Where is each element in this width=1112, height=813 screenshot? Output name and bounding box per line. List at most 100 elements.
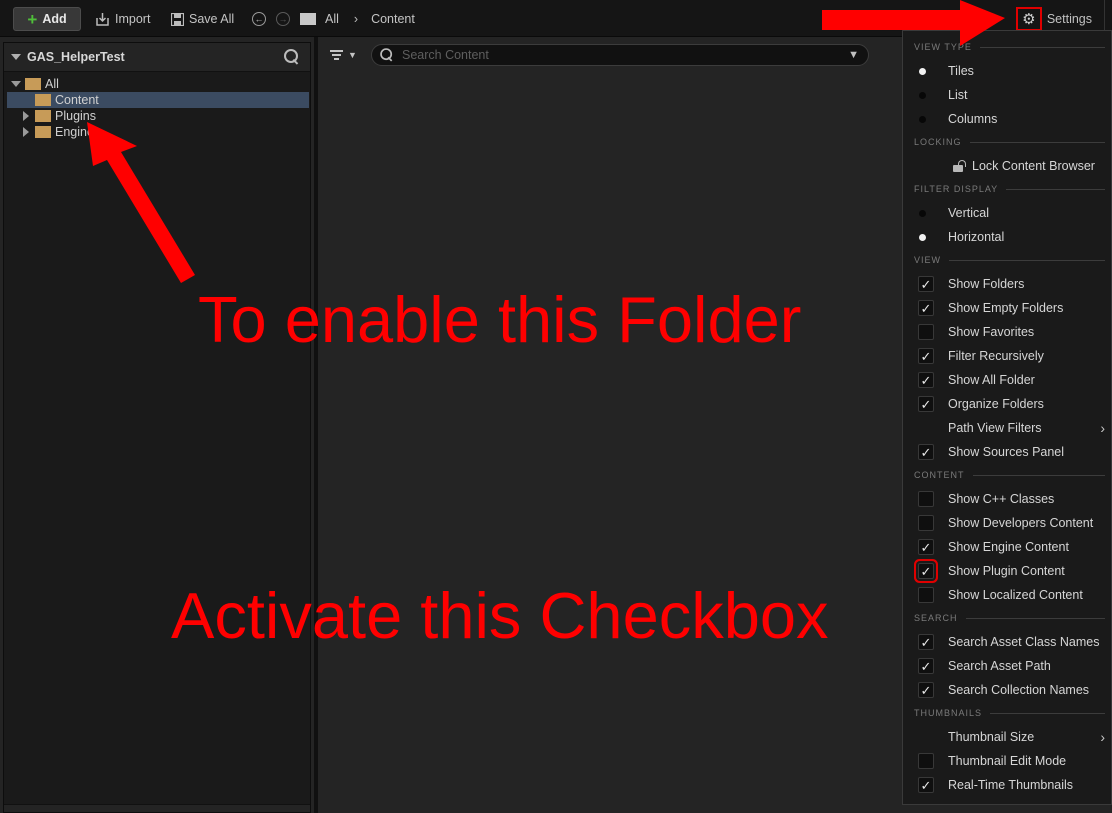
radio-selected-icon <box>919 67 926 75</box>
chevron-right-icon: › <box>1100 729 1105 745</box>
folder-open-icon <box>25 78 41 90</box>
checkbox-checked[interactable]: ✓ <box>918 276 934 292</box>
filter-icon <box>330 50 343 60</box>
menu-item-lock-content-browser[interactable]: Lock Content Browser <box>912 155 1111 177</box>
save-all-button[interactable]: Save All <box>171 9 234 29</box>
expand-arrow-icon[interactable] <box>23 111 29 121</box>
breadcrumb: All › Content <box>325 9 415 29</box>
expand-arrow-icon <box>11 81 21 87</box>
search-input[interactable] <box>402 48 842 62</box>
menu-item-real-time-thumbnails[interactable]: ✓ Real-Time Thumbnails <box>912 774 1111 796</box>
menu-item-show-cpp-classes[interactable]: Show C++ Classes <box>912 488 1111 510</box>
radio-selected-icon <box>919 233 926 241</box>
breadcrumb-item-content[interactable]: Content <box>371 12 415 26</box>
breadcrumb-separator-icon[interactable]: › <box>354 12 358 26</box>
menu-item-organize-folders[interactable]: ✓ Organize Folders <box>912 393 1111 415</box>
section-header-search: SEARCH <box>914 612 1105 624</box>
radio-icon <box>919 115 926 123</box>
menu-item-show-empty-folders[interactable]: ✓ Show Empty Folders <box>912 297 1111 319</box>
settings-label: Settings <box>1046 12 1092 26</box>
search-bar[interactable]: ▼ <box>371 44 869 66</box>
folder-open-icon <box>35 94 51 106</box>
tree-item-label: Content <box>55 93 99 107</box>
menu-item-columns[interactable]: Columns <box>912 108 1111 130</box>
history-back-button[interactable]: ← <box>252 9 266 29</box>
section-header-filter-display: FILTER DISPLAY <box>914 183 1105 195</box>
search-folders-button[interactable] <box>284 49 300 65</box>
search-icon <box>380 48 394 62</box>
breadcrumb-item-all[interactable]: All <box>325 12 339 26</box>
sources-panel-header[interactable]: GAS_HelperTest <box>4 43 310 72</box>
menu-item-show-folders[interactable]: ✓ Show Folders <box>912 273 1111 295</box>
menu-item-search-asset-class-names[interactable]: ✓ Search Asset Class Names <box>912 631 1111 653</box>
menu-item-search-asset-path[interactable]: ✓ Search Asset Path <box>912 655 1111 677</box>
checkbox-checked[interactable]: ✓ <box>918 777 934 793</box>
menu-item-show-plugin-content[interactable]: ✓ Show Plugin Content <box>912 560 1111 582</box>
import-button[interactable]: Import <box>95 9 150 29</box>
annotation-arrow-folder <box>87 122 195 283</box>
checkbox-unchecked[interactable] <box>918 324 934 340</box>
asset-view[interactable] <box>318 37 903 813</box>
checkbox-checked-highlighted[interactable]: ✓ <box>918 563 934 579</box>
checkbox-unchecked[interactable] <box>918 515 934 531</box>
collapse-icon <box>11 54 21 60</box>
checkbox-checked[interactable]: ✓ <box>918 682 934 698</box>
annotation-text-checkbox: Activate this Checkbox <box>171 579 829 652</box>
checkbox-unchecked[interactable] <box>918 587 934 603</box>
menu-item-show-all-folder[interactable]: ✓ Show All Folder <box>912 369 1111 391</box>
checkbox-checked[interactable]: ✓ <box>918 300 934 316</box>
menu-item-show-localized-content[interactable]: Show Localized Content <box>912 584 1111 606</box>
menu-item-thumbnail-edit-mode[interactable]: Thumbnail Edit Mode <box>912 750 1111 772</box>
lock-icon <box>953 160 963 172</box>
import-label: Import <box>115 12 151 26</box>
menu-item-tiles[interactable]: Tiles <box>912 60 1111 82</box>
annotation-text-folder: To enable this Folder <box>198 283 802 356</box>
chevron-down-icon[interactable]: ▼ <box>848 49 859 61</box>
menu-item-path-view-filters[interactable]: Path View Filters › <box>912 417 1111 439</box>
browse-folder-button[interactable] <box>300 9 316 29</box>
checkbox-checked[interactable]: ✓ <box>918 396 934 412</box>
menu-item-horizontal[interactable]: Horizontal <box>912 226 1111 248</box>
section-header-view: VIEW <box>914 254 1105 266</box>
menu-item-search-collection-names[interactable]: ✓ Search Collection Names <box>912 679 1111 701</box>
tree-item-all[interactable]: All <box>7 76 309 92</box>
collections-section-header[interactable] <box>4 804 310 812</box>
checkbox-checked[interactable]: ✓ <box>918 634 934 650</box>
plus-icon: + <box>27 9 38 29</box>
checkbox-checked[interactable]: ✓ <box>918 444 934 460</box>
expand-arrow-icon[interactable] <box>23 127 29 137</box>
search-icon <box>284 49 300 65</box>
save-all-label: Save All <box>189 12 235 26</box>
folder-icon <box>35 126 51 138</box>
history-forward-button[interactable]: → <box>276 9 290 29</box>
checkbox-checked[interactable]: ✓ <box>918 348 934 364</box>
add-button[interactable]: + Add <box>13 7 81 31</box>
menu-item-show-favorites[interactable]: Show Favorites <box>912 321 1111 343</box>
menu-item-thumbnail-size[interactable]: Thumbnail Size › <box>912 726 1111 748</box>
menu-item-vertical[interactable]: Vertical <box>912 202 1111 224</box>
section-header-locking: LOCKING <box>914 136 1105 148</box>
checkbox-checked[interactable]: ✓ <box>918 658 934 674</box>
checkbox-unchecked[interactable] <box>918 753 934 769</box>
radio-icon <box>919 209 926 217</box>
settings-menu: VIEW TYPE Tiles List Columns LOCKING Loc… <box>902 30 1112 805</box>
menu-item-list[interactable]: List <box>912 84 1111 106</box>
checkbox-checked[interactable]: ✓ <box>918 539 934 555</box>
section-header-thumbnails: THUMBNAILS <box>914 707 1105 719</box>
filter-button[interactable]: ▼ <box>330 46 362 64</box>
folder-icon <box>300 13 316 25</box>
menu-item-show-engine-content[interactable]: ✓ Show Engine Content <box>912 536 1111 558</box>
checkbox-unchecked[interactable] <box>918 491 934 507</box>
project-title: GAS_HelperTest <box>27 50 125 64</box>
settings-button[interactable]: ⚙ Settings <box>1015 7 1092 31</box>
tree-item-label: All <box>45 77 59 91</box>
folder-icon <box>35 110 51 122</box>
menu-item-show-sources-panel[interactable]: ✓ Show Sources Panel <box>912 441 1111 463</box>
radio-icon <box>919 91 926 99</box>
checkbox-checked[interactable]: ✓ <box>918 372 934 388</box>
menu-item-filter-recursively[interactable]: ✓ Filter Recursively <box>912 345 1111 367</box>
chevron-right-icon: › <box>1100 420 1105 436</box>
tree-item-content[interactable]: Content <box>7 92 309 108</box>
import-icon <box>96 12 109 26</box>
menu-item-show-developers-content[interactable]: Show Developers Content <box>912 512 1111 534</box>
